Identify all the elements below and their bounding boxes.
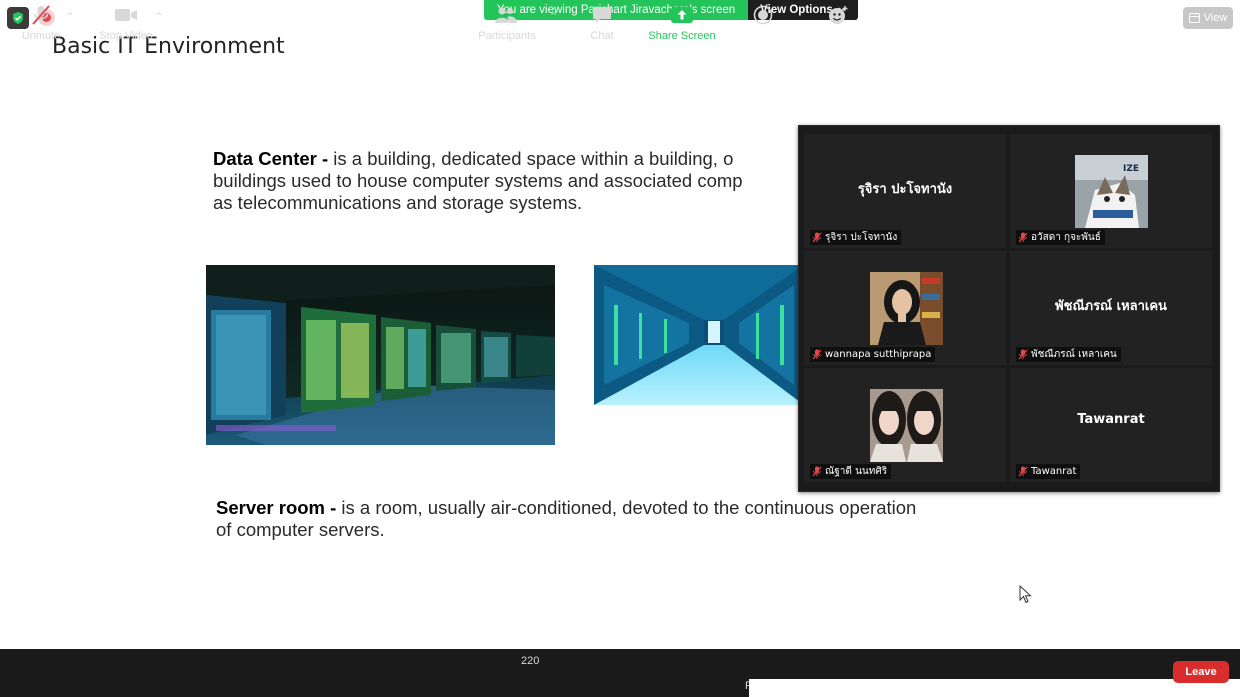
participant-name-label: รุจิรา ปะโจทานัง — [810, 230, 902, 245]
chat-label: Chat — [590, 30, 614, 42]
server-aisle-photo — [594, 265, 804, 405]
view-button-label: View — [1203, 12, 1228, 24]
slide-title: Basic IT Environment — [52, 34, 285, 59]
muted-mic-icon — [1018, 232, 1028, 243]
participants-label: Participants — [478, 30, 536, 42]
data-center-term: Data Center - — [213, 148, 329, 169]
share-screen-label: Share Screen — [648, 30, 716, 42]
data-center-photo — [206, 265, 555, 445]
participant-display-name: Tawanrat — [1077, 412, 1145, 427]
participant-name-label: ณัฐาดี นนทศิริ — [810, 464, 892, 479]
muted-mic-icon — [812, 466, 822, 477]
muted-microphone-icon — [32, 5, 50, 25]
participants-icon — [495, 7, 517, 23]
two-girls-photo — [870, 389, 943, 462]
share-screen-button[interactable]: Share Screen — [646, 0, 718, 48]
participant-tile[interactable]: รุจิรา ปะโจทานัง รุจิรา ปะโจทานัง — [804, 134, 1006, 248]
muted-mic-icon — [1018, 466, 1028, 477]
participant-gallery[interactable]: รุจิรา ปะโจทานัง รุจิรา ปะโจทานัง IZE อว… — [798, 125, 1220, 492]
record-button[interactable] — [746, 0, 780, 48]
participants-button[interactable]: Participants — [474, 0, 540, 48]
data-center-line3: as telecommunications and storage system… — [213, 192, 583, 213]
unmute-label: Unmute — [21, 30, 61, 42]
server-room-line2: of computer servers. — [216, 519, 385, 540]
smiley-add-icon — [829, 6, 848, 24]
white-overlay-panel — [749, 679, 1240, 697]
video-options-chevron-icon[interactable]: ^ — [155, 12, 163, 22]
zoom-window: You are viewing Parichart Jiravachara's … — [0, 0, 1240, 697]
chat-bubble-icon — [593, 7, 611, 23]
view-layout-button[interactable]: View — [1183, 7, 1233, 29]
data-center-line2: buildings used to house computer systems… — [213, 170, 743, 191]
cat-photo: IZE — [1075, 155, 1148, 228]
data-center-line1: is a building, dedicated space within a … — [328, 148, 734, 169]
participant-name-label: พัชณีภรณ์ เหลาเคน — [1016, 347, 1121, 362]
participant-display-name: พัชณีภรณ์ เหลาเคน — [1055, 299, 1167, 314]
stop-video-label: Stop Video — [99, 30, 153, 42]
participant-count-badge: 220 — [521, 655, 540, 667]
muted-mic-icon — [812, 232, 822, 243]
muted-mic-icon — [1018, 349, 1028, 360]
muted-mic-icon — [812, 349, 822, 360]
participant-name-label: อวัสดา กุจะพันธ์ — [1016, 230, 1105, 245]
participant-display-name: รุจิรา ปะโจทานัง — [857, 182, 953, 197]
participant-tile[interactable]: wannapa sutthiprapa — [804, 251, 1006, 365]
record-icon — [753, 5, 773, 25]
participant-name-label: wannapa sutthiprapa — [810, 347, 936, 362]
data-center-paragraph: Data Center - is a building, dedicated s… — [213, 148, 813, 214]
server-room-term: Server room - — [216, 497, 337, 518]
audio-options-chevron-icon[interactable]: ^ — [66, 12, 74, 22]
server-room-line1: is a room, usually air-conditioned, devo… — [336, 497, 917, 518]
participant-tile[interactable]: Tawanrat Tawanrat — [1010, 368, 1212, 482]
grid-view-icon — [1188, 13, 1200, 23]
svg-text:IZE: IZE — [1123, 164, 1139, 174]
participants-options-chevron-icon[interactable]: ^ — [550, 12, 558, 22]
share-screen-arrow-icon — [671, 7, 693, 23]
participant-tile[interactable]: IZE อวัสดา กุจะพันธ์ — [1010, 134, 1212, 248]
leave-meeting-button[interactable]: Leave — [1173, 661, 1229, 683]
unmute-button[interactable]: Unmute — [14, 0, 68, 48]
stop-video-button[interactable]: Stop Video — [96, 0, 156, 48]
mouse-cursor-icon — [1019, 585, 1032, 604]
participant-tile[interactable]: พัชณีภรณ์ เหลาเคน พัชณีภรณ์ เหลาเคน — [1010, 251, 1212, 365]
chat-button[interactable]: Chat — [582, 0, 622, 48]
participant-name-label: Tawanrat — [1016, 464, 1081, 479]
woman-photo — [870, 272, 943, 345]
reactions-button[interactable] — [824, 0, 852, 48]
server-room-paragraph: Server room - is a room, usually air-con… — [216, 497, 1036, 541]
video-camera-icon — [115, 9, 137, 21]
participant-tile[interactable]: ณัฐาดี นนทศิริ — [804, 368, 1006, 482]
